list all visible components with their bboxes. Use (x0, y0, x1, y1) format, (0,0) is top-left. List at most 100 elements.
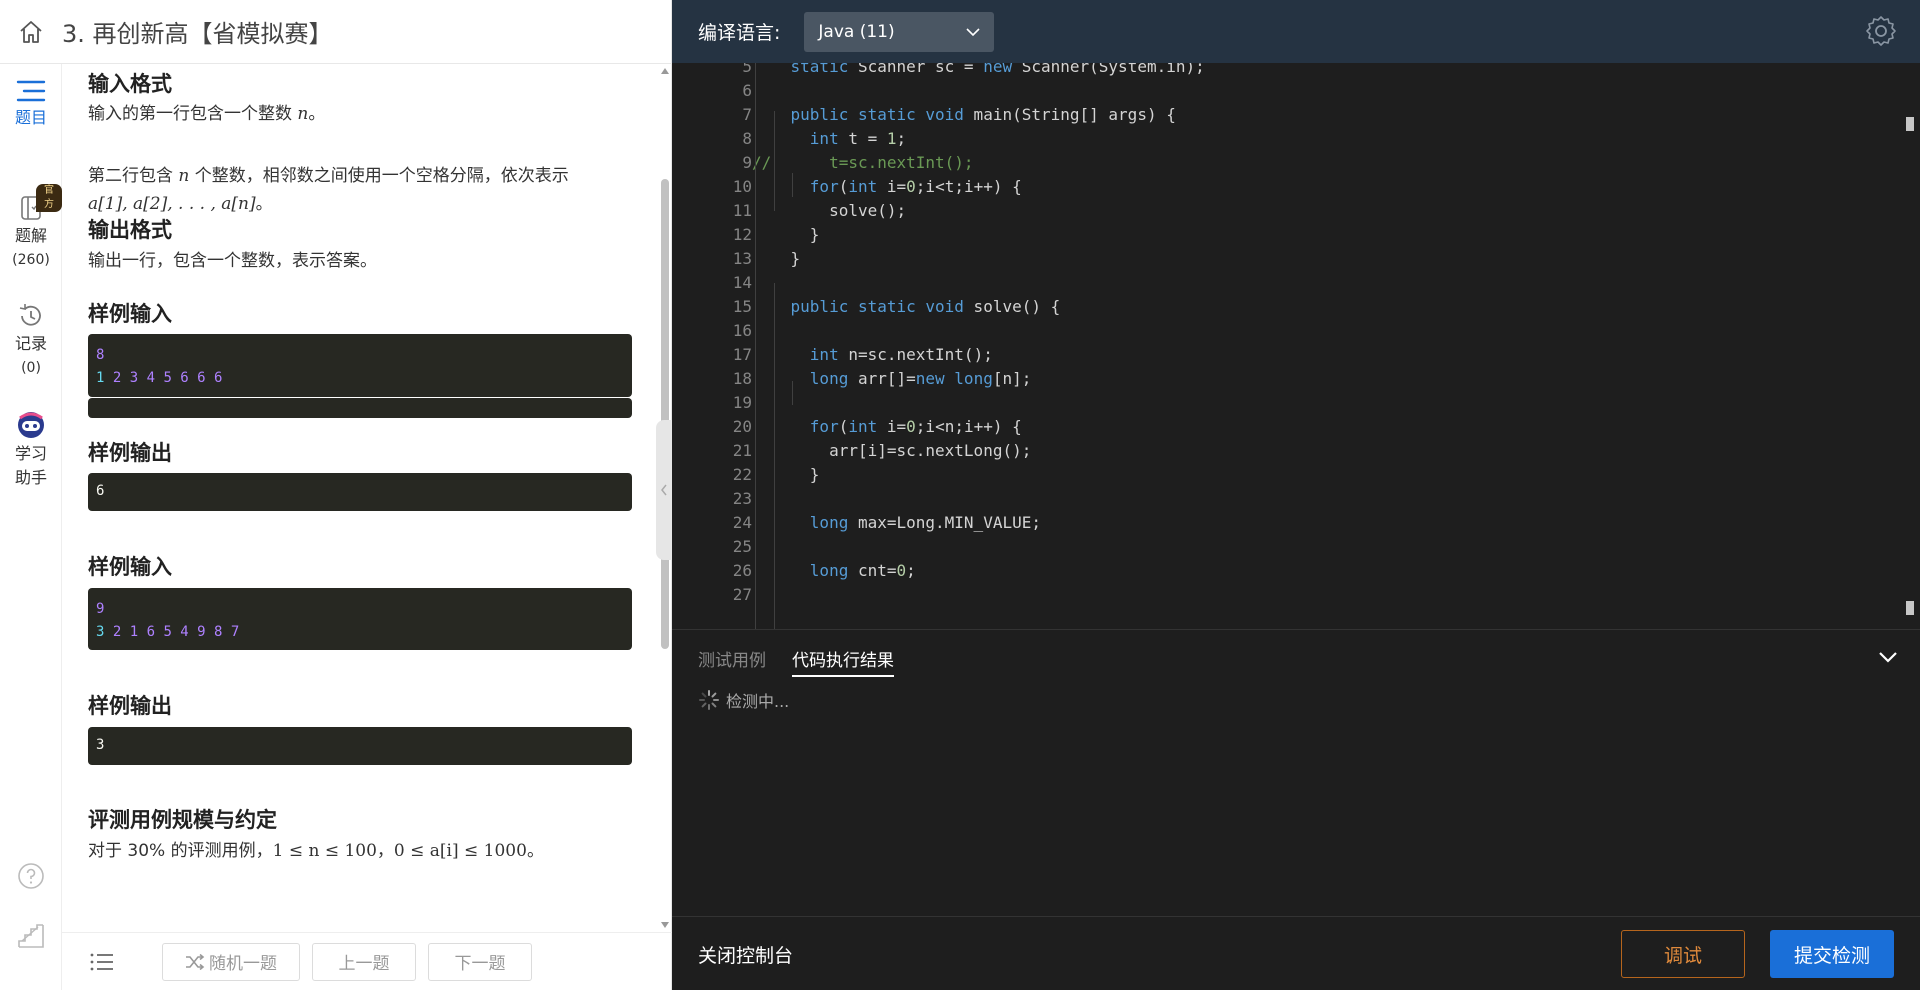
line-number: 23 (732, 489, 752, 508)
indent-guide (755, 63, 756, 629)
random-problem-button[interactable]: 随机一题 (162, 942, 300, 981)
code-line[interactable]: 13 } (672, 247, 1892, 271)
problem-content: 输入格式 输入的第一行包含一个整数 n。 第二行包含 n 个整数，相邻数之间使用… (62, 64, 658, 932)
problem-list-icon[interactable] (62, 951, 142, 973)
code-line[interactable]: 17 int n=sc.nextInt(); (672, 343, 1892, 367)
code-line[interactable]: 20 for(int i=0;i<n;i++) { (672, 415, 1892, 439)
console-panel: 测试用例 代码执行结果 检测中... (672, 629, 1920, 916)
chevron-down-icon (966, 27, 980, 36)
scroll-down-arrow-icon[interactable] (661, 922, 669, 928)
line-number: 12 (732, 225, 752, 244)
code-line[interactable]: 5 static Scanner sc = new Scanner(System… (672, 63, 1892, 79)
chevron-down-icon[interactable] (1878, 648, 1898, 667)
sample-input-2-rest: 2 1 6 5 4 9 8 7 (104, 624, 240, 640)
line-number: 21 (732, 441, 752, 460)
code-line[interactable]: 18 long arr[]=new long[n]; (672, 367, 1892, 391)
indent-guide (792, 381, 793, 405)
sample-input-heading-2: 样例输入 (88, 555, 172, 579)
line-number: 5 (742, 63, 752, 76)
code-line[interactable]: 10 for(int i=0;i<t;i++) { (672, 175, 1892, 199)
code-text: long cnt=0; (809, 561, 916, 580)
language-select[interactable]: Java (11) (804, 11, 995, 52)
editor-header: 编译语言: Java (11) (672, 0, 1920, 63)
line-number: 20 (732, 417, 752, 436)
code-line[interactable]: 8 int t = 1; (672, 127, 1892, 151)
home-icon[interactable] (0, 0, 62, 64)
math-array-sequence: a[1], a[2], . . . , a[n] (88, 194, 256, 214)
code-line[interactable]: 15 public static void solve() { (672, 295, 1892, 319)
rail-solutions[interactable]: 官方 题解 (260) (0, 184, 62, 272)
rail-problem[interactable]: 题目 (0, 78, 62, 130)
settings-gear-icon[interactable] (1864, 14, 1898, 52)
code-text: static Scanner sc = new Scanner(System.i… (790, 63, 1205, 76)
stairs-icon[interactable] (0, 922, 62, 950)
constraints-math-n: 1 ≤ n ≤ 100 (272, 841, 377, 861)
tab-result[interactable]: 代码执行结果 (792, 646, 894, 677)
sample-output-heading-2: 样例输出 (88, 694, 172, 718)
code-line[interactable]: 11 solve(); (672, 199, 1892, 223)
scroll-up-arrow-icon[interactable] (661, 68, 669, 74)
prev-problem-button[interactable]: 上一题 (312, 942, 416, 981)
language-select-value: Java (11) (818, 21, 895, 42)
problem-title: 3. 再创新高【省模拟赛】 (62, 20, 333, 48)
code-line[interactable]: 24 long max=Long.MIN_VALUE; (672, 511, 1892, 535)
line-number: 10 (732, 177, 752, 196)
rail-assistant-line1: 学习 (14, 444, 47, 463)
submit-button[interactable]: 提交检测 (1770, 930, 1894, 978)
rail-assistant[interactable]: 学习 助手 (0, 410, 62, 490)
line-number: 22 (732, 465, 752, 484)
code-text: } (752, 465, 820, 484)
code-text: // t=sc.nextInt(); (752, 153, 974, 172)
code-line[interactable]: 16 (672, 319, 1892, 343)
code-line[interactable]: 27 (672, 583, 1892, 607)
left-rail: 题目 官方 题解 (260) 记录 (0) 学习 助手 (0, 64, 62, 990)
line-number: 24 (732, 513, 752, 532)
input-desc-line1-text: 输入的第一行包含一个整数 (88, 104, 298, 124)
input-desc-line1-end: 。 (308, 104, 326, 124)
collapse-panel-handle[interactable] (656, 420, 672, 560)
code-line[interactable]: 12 } (672, 223, 1892, 247)
code-line[interactable]: 23 (672, 487, 1892, 511)
problem-panel: 3. 再创新高【省模拟赛】 题目 官方 题解 (260) 记录 (0) 学习 助… (0, 0, 672, 990)
console-tabs: 测试用例 代码执行结果 (698, 646, 894, 677)
official-badge: 官方 (36, 184, 62, 212)
rail-records[interactable]: 记录 (0) (0, 302, 62, 380)
scrollbar-thumb[interactable] (661, 179, 669, 649)
constraints-prefix: 对于 30% 的评测用例， (88, 841, 273, 861)
input-desc-line2-text: 第二行包含 (88, 166, 179, 186)
line-number: 8 (742, 129, 752, 148)
line-number: 6 (742, 81, 752, 100)
code-line[interactable]: 25 (672, 535, 1892, 559)
debug-button[interactable]: 调试 (1621, 930, 1745, 978)
next-problem-button[interactable]: 下一题 (428, 942, 532, 981)
help-icon[interactable] (0, 862, 62, 890)
sample-output-2: 3 (88, 727, 632, 765)
loading-spinner-icon (699, 690, 719, 710)
code-text: solve(); (752, 201, 907, 220)
sample-input-1-line2: 1 2 3 4 5 6 6 6 (96, 367, 624, 390)
code-line[interactable]: 7 public static void main(String[] args)… (672, 103, 1892, 127)
code-line[interactable]: 22 } (672, 463, 1892, 487)
code-line[interactable]: 21 arr[i]=sc.nextLong(); (672, 439, 1892, 463)
constraints-text: 对于 30% 的评测用例，1 ≤ n ≤ 100，0 ≤ a[i] ≤ 1000… (88, 837, 648, 865)
tab-testcase[interactable]: 测试用例 (698, 646, 766, 677)
code-line[interactable]: 14 (672, 271, 1892, 295)
code-text: int n=sc.nextInt(); (809, 345, 993, 364)
output-format-heading: 输出格式 (88, 218, 172, 242)
code-line[interactable]: 9// t=sc.nextInt(); (672, 151, 1892, 175)
sample-output-1: 6 (88, 473, 632, 511)
code-text: long arr[]=new long[n]; (809, 369, 1032, 388)
code-line[interactable]: 6 (672, 79, 1892, 103)
line-number: 26 (732, 561, 752, 580)
code-line[interactable]: 19 (672, 391, 1892, 415)
code-text: long max=Long.MIN_VALUE; (809, 513, 1041, 532)
line-number: 15 (732, 297, 752, 316)
line-number: 7 (742, 105, 752, 124)
line-number: 18 (732, 369, 752, 388)
close-console-button[interactable]: 关闭控制台 (698, 941, 793, 968)
constraints-heading: 评测用例规模与约定 (88, 808, 277, 832)
indent-guide (792, 173, 793, 197)
code-line[interactable]: 26 long cnt=0; (672, 559, 1892, 583)
code-editor[interactable]: 5 static Scanner sc = new Scanner(System… (672, 63, 1920, 629)
editor-scrollbar[interactable] (1906, 63, 1914, 629)
